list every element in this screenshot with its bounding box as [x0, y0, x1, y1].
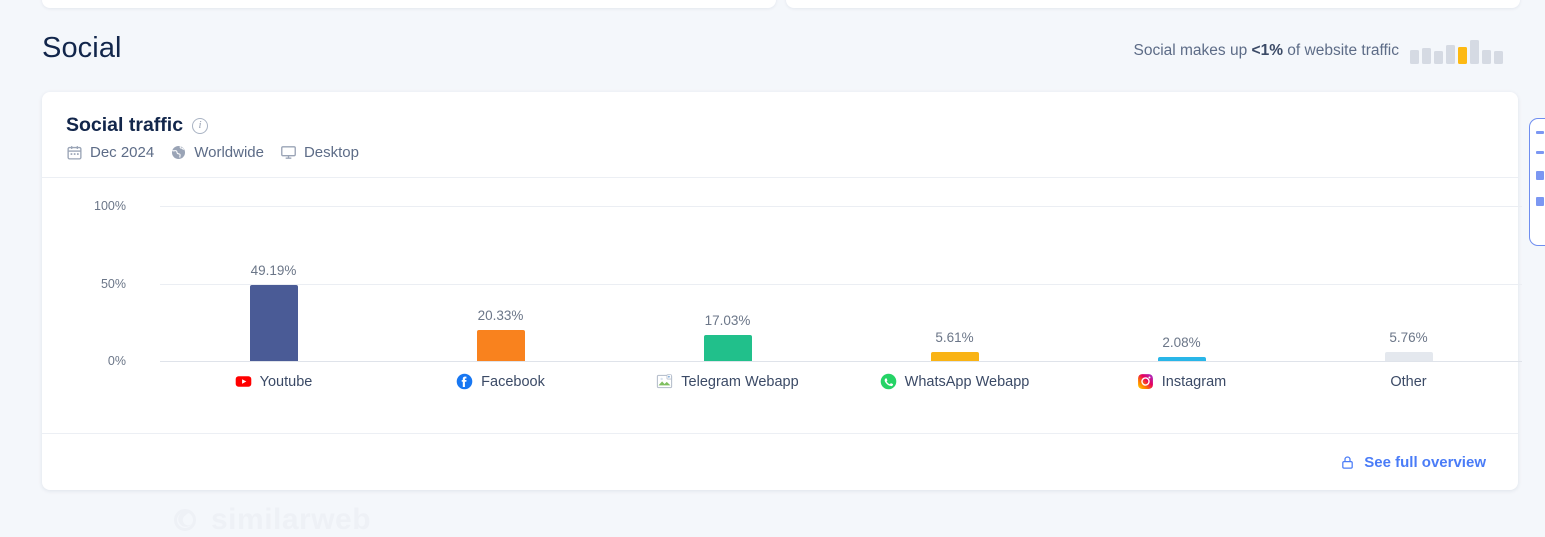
filter-country[interactable]: Worldwide	[170, 144, 264, 161]
mini-bar	[1458, 47, 1467, 64]
instagram-icon	[1137, 374, 1153, 389]
y-axis-tick: 0%	[107, 354, 126, 368]
card-header: Social traffic i Dec 2024 Worldwide Desk…	[42, 92, 1518, 178]
mini-bar	[1410, 50, 1419, 64]
similarweb-logo-icon	[174, 509, 196, 531]
bar-column[interactable]: 2.08%	[1068, 206, 1295, 361]
section-header: Social Social makes up <1% of website tr…	[42, 28, 1503, 80]
desktop-icon	[281, 146, 296, 159]
bar-value-label: 5.61%	[935, 330, 974, 346]
x-axis-label-text: Instagram	[1161, 373, 1227, 390]
chart-x-axis-labels: Youtube Facebook Telegram Webapp WhatsApp W…	[160, 373, 1522, 390]
mini-bar	[1434, 51, 1443, 64]
whatsapp-icon	[880, 373, 896, 390]
traffic-summary-suffix: of website traffic	[1282, 42, 1399, 59]
top-card-left	[42, 0, 776, 8]
top-cards-strip	[0, 0, 1545, 10]
calendar-icon	[67, 146, 82, 160]
mini-bar	[1422, 48, 1431, 64]
side-peek-panel[interactable]	[1529, 118, 1545, 246]
mini-bar	[1446, 45, 1455, 64]
watermark-text: similarweb	[211, 503, 372, 536]
bar[interactable]	[1384, 352, 1433, 361]
card-filters: Dec 2024 Worldwide Desktop	[66, 144, 1518, 161]
social-traffic-chart: similarweb 100% 50% 0% 49.19% 20.33% 17.03% 5…	[42, 178, 1522, 536]
chart-bars: 49.19% 20.33% 17.03% 5.61% 2.08% 5.76%	[160, 206, 1522, 361]
bar[interactable]	[249, 284, 298, 361]
globe-icon	[172, 145, 186, 160]
peek-line	[1536, 131, 1544, 134]
bar[interactable]	[1157, 357, 1206, 361]
mini-bar-chart-icon	[1410, 38, 1503, 64]
traffic-summary: Social makes up <1% of website traffic	[1133, 38, 1503, 64]
social-traffic-card: Social traffic i Dec 2024 Worldwide Desk…	[42, 92, 1522, 536]
similarweb-watermark: similarweb	[170, 503, 371, 537]
traffic-summary-value: <1%	[1251, 42, 1283, 59]
x-axis-label[interactable]: Youtube	[160, 373, 387, 390]
bar-column[interactable]: 5.61%	[841, 206, 1068, 361]
mini-bar	[1494, 51, 1503, 64]
filter-country-label: Worldwide	[194, 144, 264, 161]
y-axis-tick: 100%	[94, 199, 126, 213]
x-axis-label[interactable]: WhatsApp Webapp	[841, 373, 1068, 390]
peek-line	[1536, 171, 1544, 180]
bar[interactable]	[703, 334, 752, 361]
filter-date[interactable]: Dec 2024	[66, 144, 154, 161]
y-axis-tick: 50%	[100, 276, 126, 291]
bar-value-label: 20.33%	[477, 307, 524, 323]
peek-line	[1536, 197, 1544, 206]
bar[interactable]	[476, 329, 525, 361]
filter-date-label: Dec 2024	[90, 144, 155, 161]
card-title-row: Social traffic i	[66, 114, 1518, 137]
bar-value-label: 17.03%	[704, 312, 751, 328]
lock-icon	[1342, 455, 1354, 469]
bar-value-label: 49.19%	[250, 262, 297, 278]
filter-device[interactable]: Desktop	[280, 144, 359, 161]
bar-column[interactable]: 49.19%	[160, 206, 387, 361]
peek-line	[1536, 151, 1544, 154]
card-footer: See full overview	[42, 433, 1518, 490]
x-axis-label-text: Other	[1390, 373, 1427, 390]
info-icon[interactable]: i	[192, 117, 209, 134]
bar[interactable]	[930, 352, 979, 361]
mini-bar	[1482, 50, 1491, 64]
traffic-summary-text: Social makes up <1% of website traffic	[1133, 42, 1399, 60]
x-axis-label-text: Youtube	[259, 373, 313, 390]
facebook-icon	[456, 373, 473, 390]
top-card-right	[786, 0, 1520, 8]
bar-column[interactable]: 17.03%	[614, 206, 841, 361]
bar-column[interactable]: 5.76%	[1295, 206, 1522, 361]
see-full-overview-link[interactable]: See full overview	[1340, 454, 1486, 471]
bar-column[interactable]: 20.33%	[387, 206, 614, 361]
gridline	[160, 361, 1522, 362]
mini-bar	[1470, 40, 1479, 64]
traffic-summary-prefix: Social makes up	[1133, 42, 1252, 59]
x-axis-label[interactable]: Other	[1295, 373, 1522, 390]
card-title: Social traffic	[66, 114, 184, 136]
broken-image-icon	[657, 374, 673, 389]
x-axis-label-text: Facebook	[481, 373, 545, 390]
youtube-icon	[235, 376, 251, 387]
x-axis-label-text: WhatsApp Webapp	[904, 373, 1030, 390]
x-axis-label[interactable]: Instagram	[1068, 373, 1295, 390]
filter-device-label: Desktop	[303, 144, 359, 161]
bar-value-label: 5.76%	[1389, 330, 1428, 346]
see-full-overview-label: See full overview	[1364, 453, 1486, 471]
x-axis-label[interactable]: Telegram Webapp	[614, 373, 841, 390]
x-axis-label[interactable]: Facebook	[387, 373, 614, 390]
bar-value-label: 2.08%	[1162, 335, 1201, 350]
x-axis-label-text: Telegram Webapp	[681, 373, 799, 390]
